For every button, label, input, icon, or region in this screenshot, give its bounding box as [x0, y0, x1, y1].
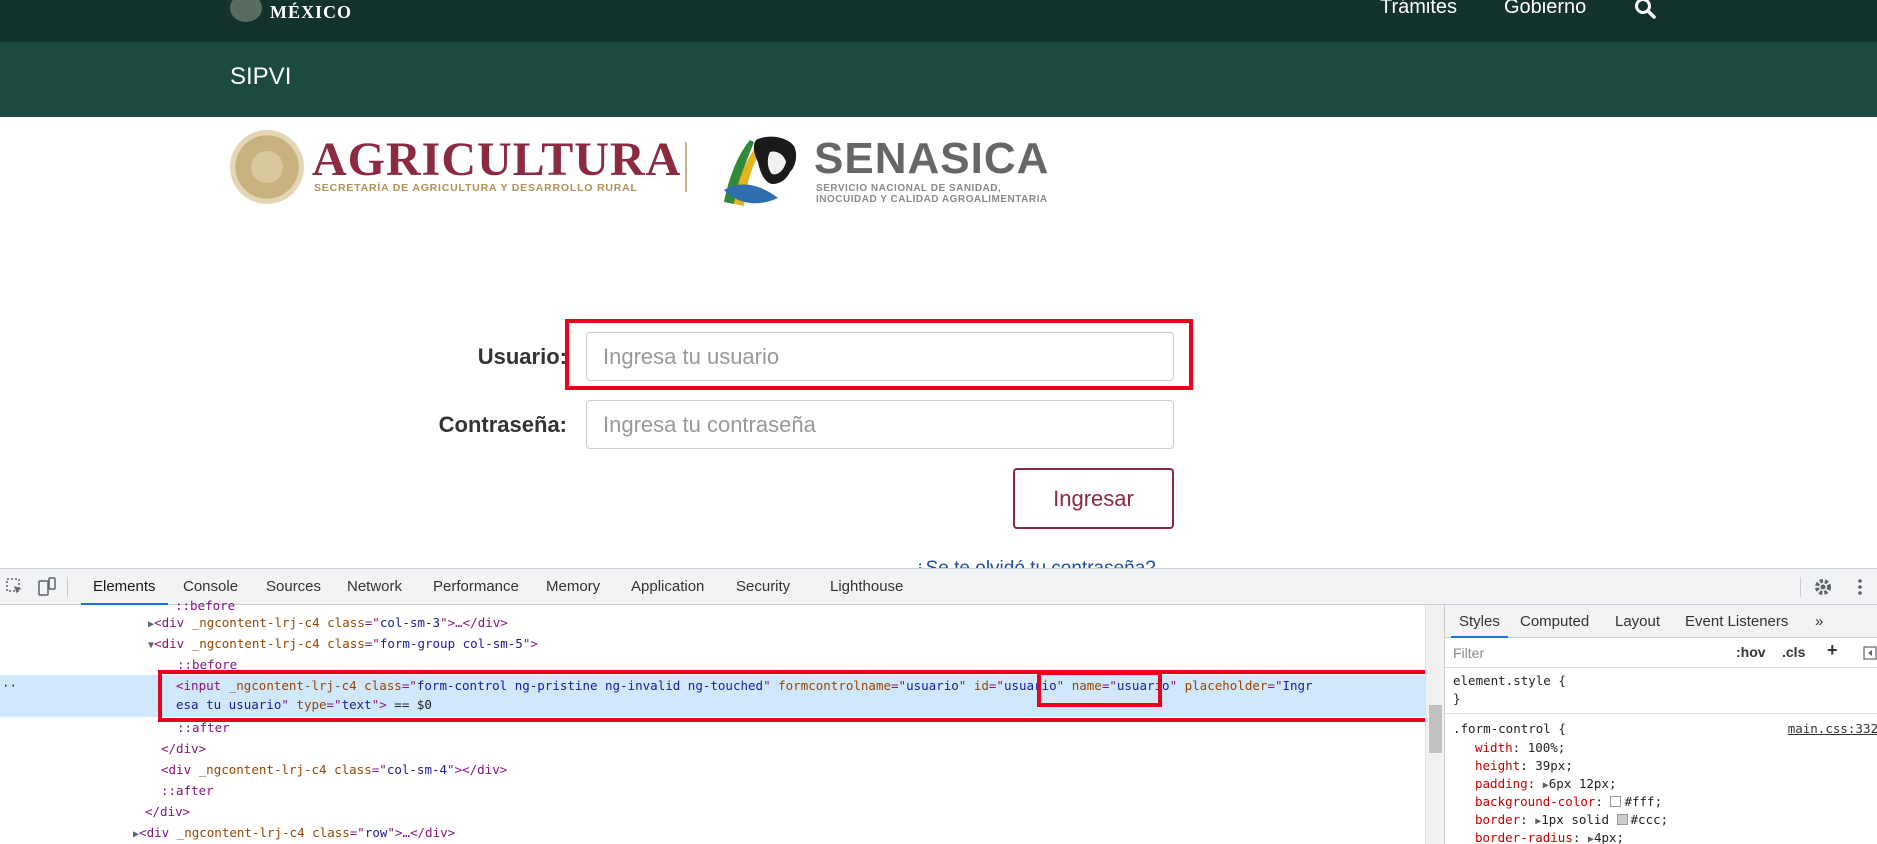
tab-event-listeners[interactable]: Event Listeners [1685, 605, 1788, 638]
agricultura-logo-text: AGRICULTURA [312, 133, 682, 186]
gov-logo[interactable]: MÉXICO [230, 0, 352, 22]
dom-node-form-group[interactable]: ▼<div _ngcontent-lrj-c4 class="form-grou… [148, 633, 538, 654]
css-property-border-radius[interactable]: border-radius: ▶4px; [1475, 829, 1624, 844]
styles-subtabs: Styles Computed Layout Event Listeners » [1445, 605, 1877, 638]
css-property-background-color[interactable]: background-color: #fff; [1475, 793, 1662, 811]
agricultura-logo-subtitle: SECRETARÍA DE AGRICULTURA Y DESARROLLO R… [314, 182, 638, 194]
dom-node-input-usuario[interactable]: <input _ngcontent-lrj-c4 class="form-con… [176, 675, 1313, 696]
dom-tree[interactable]: ::before ▶<div _ngcontent-lrj-c4 class="… [0, 598, 1444, 844]
css-border-value: #ccc; [1630, 812, 1669, 827]
tab-computed[interactable]: Computed [1520, 605, 1589, 638]
agricultura-seal-icon [230, 130, 304, 204]
password-input[interactable] [586, 400, 1174, 449]
devtools-panel: Elements Console Sources Network Perform… [0, 568, 1877, 844]
css-property-height[interactable]: height: 39px; [1475, 757, 1573, 775]
tab-application[interactable]: Application [631, 569, 704, 605]
senasica-logo-subtitle: SERVICIO NACIONAL DE SANIDAD, INOCUIDAD … [816, 183, 1048, 205]
more-tabs-icon[interactable]: » [1815, 605, 1823, 638]
gov-header: MÉXICO Trámites Gobierno [0, 0, 1877, 42]
css-source-link[interactable]: main.css:332 [1788, 720, 1877, 738]
more-options-icon[interactable] [1850, 577, 1870, 597]
element-style-close: } [1453, 691, 1461, 706]
login-button[interactable]: Ingresar [1013, 468, 1174, 529]
search-icon[interactable] [1634, 0, 1656, 19]
toolbar-divider [67, 577, 68, 597]
styles-filter-input[interactable] [1453, 643, 1713, 663]
dom-closing-div[interactable]: </div> [161, 738, 206, 759]
toggle-sidebar-icon[interactable] [1863, 646, 1877, 660]
color-swatch-icon[interactable] [1610, 796, 1622, 807]
dom-node-input-continuation[interactable]: esa tu usuario" type="text"> == $0 [176, 694, 432, 715]
username-label: Usuario: [477, 344, 567, 369]
tab-sources[interactable]: Sources [266, 569, 321, 605]
dom-node-col-sm-4[interactable]: <div _ngcontent-lrj-c4 class="col-sm-4">… [161, 759, 507, 780]
rule-selector: .form-control { [1453, 721, 1566, 736]
color-swatch-icon[interactable] [1616, 814, 1628, 825]
class-toggle[interactable]: .cls [1782, 644, 1805, 660]
css-property-border[interactable]: border: ▶1px solid #ccc; [1475, 811, 1668, 829]
rule-divider [1445, 713, 1877, 714]
settings-gear-icon[interactable] [1813, 577, 1833, 597]
dom-node-col-sm-3[interactable]: ▶<div _ngcontent-lrj-c4 class="col-sm-3"… [148, 612, 508, 633]
gov-country-name: MÉXICO [270, 1, 352, 22]
css-property-padding[interactable]: padding: ▶6px 12px; [1475, 775, 1617, 793]
styles-filter-bar: :hov .cls + [1445, 638, 1877, 668]
toolbar-divider [1800, 577, 1801, 597]
dom-closing-div[interactable]: </div> [145, 801, 190, 822]
senasica-subtitle-line-1: SERVICIO NACIONAL DE SANIDAD, [816, 183, 1002, 194]
tab-network[interactable]: Network [347, 569, 402, 605]
element-style-rule[interactable]: element.style { [1453, 672, 1566, 690]
tab-elements[interactable]: Elements [81, 569, 167, 605]
css-property-width[interactable]: width: 100%; [1475, 739, 1565, 757]
nav-link-tramites[interactable]: Trámites [1380, 0, 1457, 19]
app-header: SIPVI [0, 42, 1877, 117]
tab-security[interactable]: Security [736, 569, 790, 605]
senasica-emblem-icon [724, 136, 797, 206]
dom-pseudo-before[interactable]: ::before [177, 654, 237, 675]
tab-layout[interactable]: Layout [1615, 605, 1660, 638]
logo-divider [685, 142, 687, 192]
scrollbar-thumb[interactable] [1429, 705, 1442, 753]
devtools-toolbar: Elements Console Sources Network Perform… [0, 569, 1877, 605]
tab-performance[interactable]: Performance [433, 569, 519, 605]
form-control-rule[interactable]: .form-control { main.css:332 [1453, 720, 1877, 738]
new-rule-button[interactable]: + [1827, 640, 1838, 661]
app-title[interactable]: SIPVI [230, 63, 291, 91]
styles-pane: Styles Computed Layout Event Listeners »… [1444, 605, 1877, 844]
senasica-subtitle-line-2: INOCUIDAD Y CALIDAD AGROALIMENTARIA [816, 194, 1048, 205]
hover-state-toggle[interactable]: :hov [1736, 644, 1766, 660]
nav-link-gobierno[interactable]: Gobierno [1504, 0, 1586, 19]
inspect-element-icon[interactable] [5, 577, 25, 597]
selected-node-ellipsis-icon: ·· [2, 678, 18, 693]
dom-tree-scrollbar[interactable] [1425, 605, 1444, 844]
password-label: Contraseña: [438, 412, 567, 437]
tab-memory[interactable]: Memory [546, 569, 600, 605]
dom-node-row[interactable]: ▶<div _ngcontent-lrj-c4 class="row">…</d… [133, 822, 455, 843]
tab-styles[interactable]: Styles [1451, 605, 1508, 638]
mexico-seal-icon [230, 0, 262, 22]
dom-pseudo-after[interactable]: ::after [177, 717, 230, 738]
username-input[interactable] [586, 332, 1174, 381]
device-toolbar-icon[interactable] [37, 577, 57, 597]
tab-lighthouse[interactable]: Lighthouse [830, 569, 903, 605]
dom-pseudo-after[interactable]: ::after [161, 780, 214, 801]
senasica-logo-text: SENASICA [814, 134, 1050, 183]
